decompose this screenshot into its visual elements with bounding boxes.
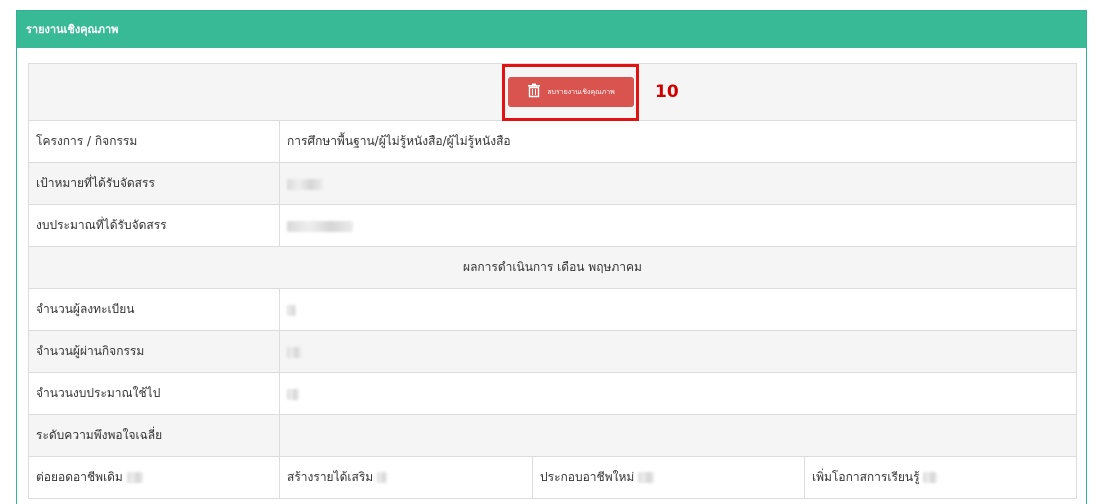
extra-income-label: สร้างรายได้เสริม xyxy=(287,470,374,484)
spent-row: จำนวนงบประมาณใช้ไป xyxy=(28,372,1077,415)
redacted-value xyxy=(287,388,299,400)
report-body: ลบรายงานเชิงคุณภาพ 10 โครงการ / กิจกรรม … xyxy=(28,63,1077,499)
redacted-value xyxy=(377,472,388,483)
project-label: โครงการ / กิจกรรม xyxy=(28,120,280,163)
quality-report-panel: รายงานเชิงคุณภาพ ลบรายงานเชิงคุณภาพ 10 โ… xyxy=(16,10,1087,504)
learning-opportunity-label: เพิ่มโอกาสการเรียนรู้ xyxy=(812,470,920,484)
panel-title: รายงานเชิงคุณภาพ xyxy=(17,11,1086,48)
new-career-label: ประกอบอาชีพใหม่ xyxy=(540,470,635,484)
delete-report-button[interactable]: ลบรายงานเชิงคุณภาพ xyxy=(508,77,634,107)
redacted-value xyxy=(923,472,938,483)
budget-row: งบประมาณที่ได้รับจัดสรร xyxy=(28,204,1077,247)
passed-row: จำนวนผู้ผ่านกิจกรรม xyxy=(28,330,1077,373)
outcomes-row: ต่อยอดอาชีพเดิม สร้างรายได้เสริม ประกอบอ… xyxy=(28,456,1077,499)
satisfaction-row: ระดับความพึงพอใจเฉลี่ย xyxy=(28,414,1077,457)
registered-row: จำนวนผู้ลงทะเบียน xyxy=(28,288,1077,331)
target-label: เป้าหมายที่ได้รับจัดสรร xyxy=(28,162,280,205)
extend-career-label: ต่อยอดอาชีพเดิม xyxy=(36,470,123,484)
project-row: โครงการ / กิจกรรม การศึกษาพื้นฐาน/ผู้ไม่… xyxy=(28,120,1077,163)
redacted-value xyxy=(638,472,655,483)
action-row: ลบรายงานเชิงคุณภาพ 10 xyxy=(28,63,1077,121)
passed-label: จำนวนผู้ผ่านกิจกรรม xyxy=(28,330,280,373)
spent-label: จำนวนงบประมาณใช้ไป xyxy=(28,372,280,415)
trash-icon xyxy=(527,83,541,101)
report-table: ลบรายงานเชิงคุณภาพ 10 โครงการ / กิจกรรม … xyxy=(28,63,1077,499)
redacted-value xyxy=(126,472,143,483)
delete-button-label: ลบรายงานเชิงคุณภาพ xyxy=(547,87,615,96)
redacted-value xyxy=(287,304,296,316)
results-header-row: ผลการดำเนินการ เดือน พฤษภาคม xyxy=(28,246,1077,289)
callout-number: 10 xyxy=(655,82,679,102)
redacted-value xyxy=(287,178,323,190)
redacted-value xyxy=(287,220,353,232)
satisfaction-label: ระดับความพึงพอใจเฉลี่ย xyxy=(28,414,280,457)
project-value: การศึกษาพื้นฐาน/ผู้ไม่รู้หนังสือ/ผู้ไม่ร… xyxy=(279,120,1077,163)
results-header: ผลการดำเนินการ เดือน พฤษภาคม xyxy=(28,246,1077,289)
target-row: เป้าหมายที่ได้รับจัดสรร xyxy=(28,162,1077,205)
redacted-value xyxy=(287,346,301,358)
budget-label: งบประมาณที่ได้รับจัดสรร xyxy=(28,204,280,247)
registered-label: จำนวนผู้ลงทะเบียน xyxy=(28,288,280,331)
